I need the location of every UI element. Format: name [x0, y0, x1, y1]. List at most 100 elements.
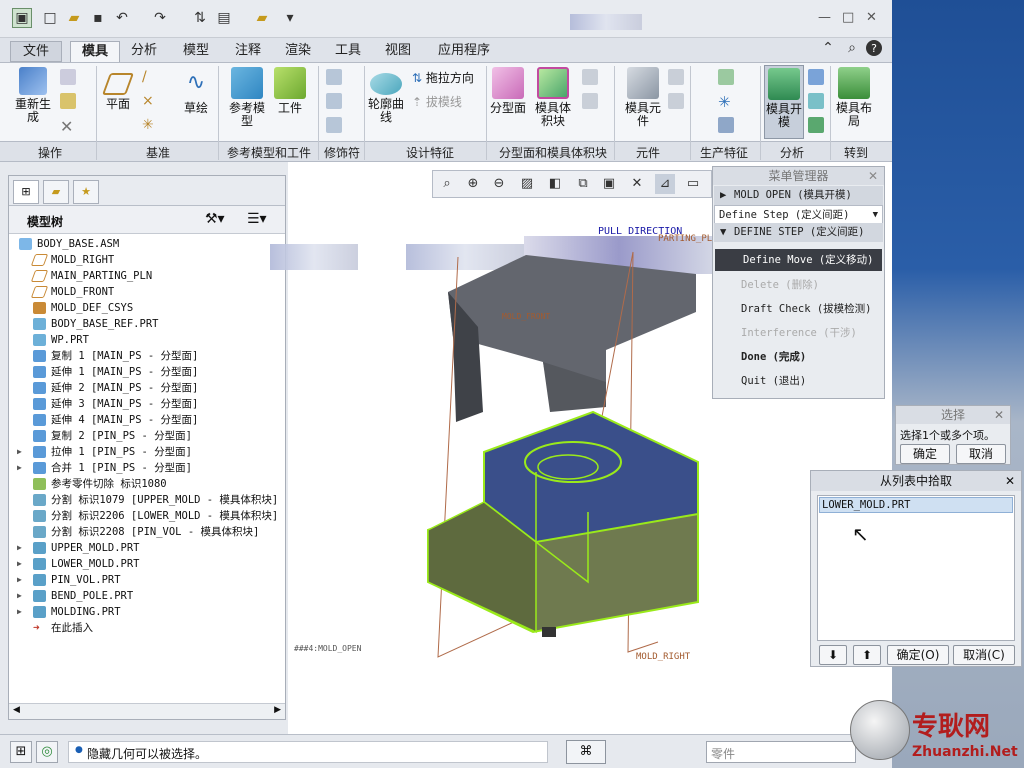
- expand-arrow-icon[interactable]: ▶: [17, 556, 22, 572]
- display-style-icon[interactable]: ◧: [545, 174, 565, 194]
- redo-icon[interactable]: ↷: [150, 8, 170, 28]
- move-down-button[interactable]: ⬇: [819, 645, 847, 665]
- workpiece-button[interactable]: 工件: [272, 67, 308, 115]
- copy-icon[interactable]: [60, 69, 76, 85]
- tab-annotate[interactable]: 注释: [228, 41, 268, 62]
- tree-item[interactable]: BODY_BASE.ASM: [9, 236, 285, 252]
- tab-analysis[interactable]: 分析: [124, 41, 164, 62]
- tree-item[interactable]: ▶ 合并 1 [PIN_PS - 分型面]: [9, 460, 285, 476]
- windows-icon[interactable]: ▤: [214, 8, 234, 28]
- mold-open-button[interactable]: 模具开模: [764, 65, 804, 139]
- tab-view[interactable]: 视图: [378, 41, 418, 62]
- find-icon[interactable]: ⌘: [566, 740, 606, 764]
- spin-center-icon[interactable]: ▭: [683, 174, 703, 194]
- expand-arrow-icon[interactable]: ▶: [17, 588, 22, 604]
- expand-arrow-icon[interactable]: ▶: [17, 572, 22, 588]
- define-step-menu[interactable]: ▼ DEFINE STEP (定义间距): [714, 223, 883, 242]
- paste-icon[interactable]: [60, 93, 76, 109]
- folder-browser-tab-icon[interactable]: ▰: [43, 180, 69, 204]
- tree-item[interactable]: 分割 标识2208 [PIN_VOL - 模具体积块]: [9, 524, 285, 540]
- menu-item-define-move[interactable]: Define Move (定义移动): [715, 249, 882, 271]
- search-icon[interactable]: ⌕: [842, 38, 862, 58]
- menu-item-draft-check[interactable]: Draft Check (拔模检测): [741, 301, 872, 316]
- component-tool-icon-1[interactable]: [668, 69, 684, 85]
- analysis-icon-3[interactable]: [808, 117, 824, 133]
- menu-item-quit[interactable]: Quit (退出): [741, 373, 806, 388]
- tab-mold[interactable]: 模具: [70, 41, 120, 62]
- mold-layout-button[interactable]: 模具布局: [834, 67, 874, 128]
- tree-item[interactable]: BODY_BASE_REF.PRT: [9, 316, 285, 332]
- tree-item[interactable]: ▶ 拉伸 1 [PIN_PS - 分型面]: [9, 444, 285, 460]
- axis-icon[interactable]: /: [142, 69, 158, 85]
- csys-icon[interactable]: ✳: [142, 117, 158, 133]
- zoom-out-icon[interactable]: ⊖: [489, 174, 509, 194]
- pick-dialog-close-icon[interactable]: ✕: [1005, 471, 1015, 491]
- saved-views-icon[interactable]: ⧉: [573, 174, 593, 194]
- sketch-button[interactable]: ∿ 草绘: [178, 67, 214, 115]
- repaint-icon[interactable]: ▨: [517, 174, 537, 194]
- tree-item[interactable]: MOLD_DEF_CSYS: [9, 300, 285, 316]
- volume-tool-icon-2[interactable]: [582, 93, 598, 109]
- tree-item[interactable]: ▶ BEND_POLE.PRT: [9, 588, 285, 604]
- expand-arrow-icon[interactable]: ▶: [17, 540, 22, 556]
- production-icon-2[interactable]: ✳: [718, 93, 734, 111]
- production-icon-1[interactable]: [718, 69, 734, 85]
- group-analysis[interactable]: 分析: [774, 144, 810, 161]
- tree-item[interactable]: ▶ PIN_VOL.PRT: [9, 572, 285, 588]
- tab-file[interactable]: 文件: [10, 41, 62, 62]
- horizontal-scrollbar[interactable]: ◀ ▶: [9, 703, 285, 719]
- tree-item[interactable]: MOLD_FRONT: [9, 284, 285, 300]
- tree-item[interactable]: WP.PRT: [9, 332, 285, 348]
- browser-toggle-icon[interactable]: ◎: [36, 741, 58, 763]
- tree-item[interactable]: ▶ UPPER_MOLD.PRT: [9, 540, 285, 556]
- navigator-toggle-icon[interactable]: ⊞: [10, 741, 32, 763]
- pick-cancel-button[interactable]: 取消(C): [953, 645, 1015, 665]
- mold-open-menu[interactable]: ▶ MOLD OPEN (模具开模): [714, 186, 883, 205]
- view-manager-icon[interactable]: ▣: [599, 174, 619, 194]
- pick-list-item[interactable]: LOWER_MOLD.PRT: [819, 497, 1013, 513]
- tree-item[interactable]: 延伸 2 [MAIN_PS - 分型面]: [9, 380, 285, 396]
- plane-button[interactable]: 平面: [100, 67, 136, 111]
- tree-item[interactable]: 分割 标识2206 [LOWER_MOLD - 模具体积块]: [9, 508, 285, 524]
- mold-volume-button[interactable]: 模具体积块: [530, 67, 576, 128]
- expand-arrow-icon[interactable]: ▶: [17, 444, 22, 460]
- customize-toolbar-icon[interactable]: ▾: [280, 8, 300, 28]
- delete-icon[interactable]: ✕: [60, 117, 76, 136]
- group-components[interactable]: 元件: [626, 144, 670, 161]
- profile-curve-button[interactable]: 轮廓曲线: [368, 67, 404, 124]
- drag-direction-button[interactable]: ⇅ 拖拉方向: [412, 69, 474, 86]
- scroll-right-icon[interactable]: ▶: [274, 705, 281, 715]
- datum-display-icon[interactable]: ✕: [627, 174, 647, 194]
- expand-arrow-icon[interactable]: ▶: [17, 604, 22, 620]
- menu-item-interference[interactable]: Interference (干涉): [741, 325, 857, 340]
- scroll-left-icon[interactable]: ◀: [13, 705, 20, 715]
- regenerate-small-icon[interactable]: ⇅: [190, 8, 210, 28]
- group-parting-volume[interactable]: 分型面和模具体积块: [488, 144, 618, 161]
- tab-applications[interactable]: 应用程序: [430, 41, 498, 62]
- tree-item[interactable]: 延伸 4 [MAIN_PS - 分型面]: [9, 412, 285, 428]
- refit-icon[interactable]: ⌕: [437, 174, 457, 194]
- component-tool-icon-2[interactable]: [668, 93, 684, 109]
- tree-item[interactable]: ➜ 在此插入: [9, 620, 285, 636]
- menu-manager-close-icon[interactable]: ✕: [868, 167, 878, 185]
- tree-item[interactable]: MAIN_PARTING_PLN: [9, 268, 285, 284]
- save-icon[interactable]: ▪: [88, 8, 108, 28]
- tree-item[interactable]: ▶ MOLDING.PRT: [9, 604, 285, 620]
- close-button[interactable]: ✕: [866, 10, 877, 25]
- annotation-display-icon[interactable]: ⊿: [655, 174, 675, 194]
- analysis-icon-2[interactable]: [808, 93, 824, 109]
- undo-icon[interactable]: ↶: [112, 8, 132, 28]
- tree-item[interactable]: 延伸 1 [MAIN_PS - 分型面]: [9, 364, 285, 380]
- expand-arrow-icon[interactable]: ▶: [17, 460, 22, 476]
- select-cancel-button[interactable]: 取消: [956, 444, 1006, 464]
- favorites-tab-icon[interactable]: ★: [73, 180, 99, 204]
- move-up-button[interactable]: ⬆: [853, 645, 881, 665]
- draft-line-button[interactable]: ⇡ 拔模线: [412, 93, 462, 110]
- production-icon-3[interactable]: [718, 117, 734, 133]
- tab-model[interactable]: 模型: [176, 41, 216, 62]
- group-operations[interactable]: 操作: [18, 144, 82, 161]
- tab-render[interactable]: 渲染: [278, 41, 318, 62]
- help-icon[interactable]: ?: [866, 40, 882, 56]
- menu-item-delete[interactable]: Delete (删除): [741, 277, 819, 292]
- tree-item[interactable]: 延伸 3 [MAIN_PS - 分型面]: [9, 396, 285, 412]
